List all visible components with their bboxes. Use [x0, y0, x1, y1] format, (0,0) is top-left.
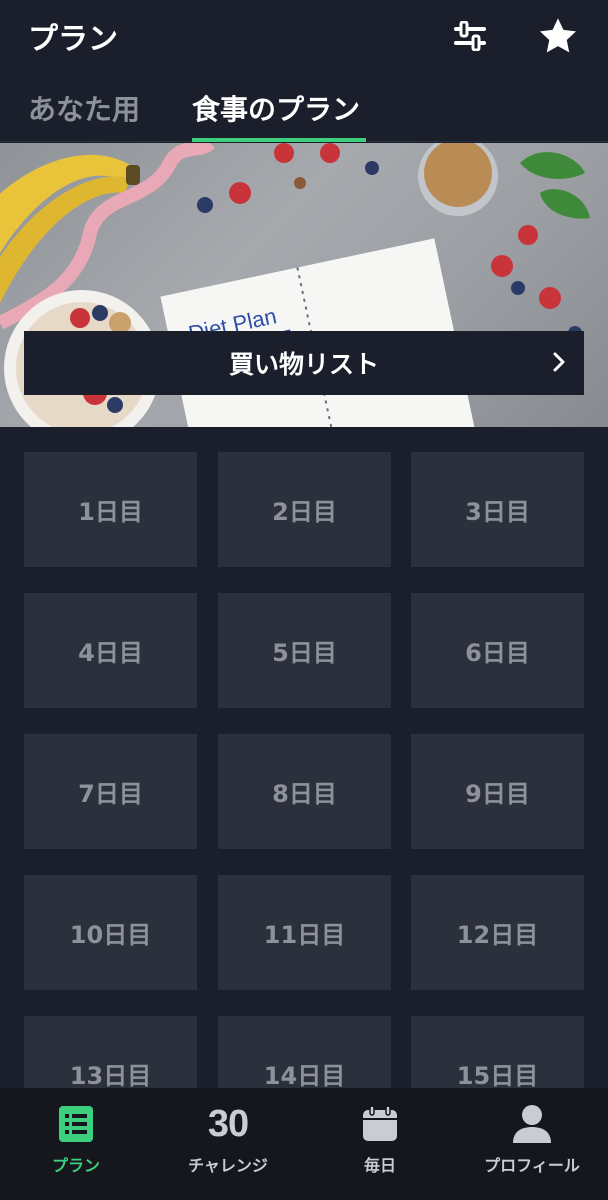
day-cell-3[interactable]: 3日目 [411, 452, 584, 567]
active-tab-indicator [192, 138, 366, 142]
day-cell-8[interactable]: 8日目 [218, 734, 391, 849]
day-label: 9日目 [465, 780, 530, 808]
page-title: プラン [28, 22, 118, 57]
day-label: 2日目 [272, 498, 337, 526]
chevron-right-icon [553, 352, 565, 372]
filter-button[interactable] [448, 14, 492, 58]
day-label: 10日目 [69, 921, 152, 949]
day-label: 5日目 [272, 639, 337, 667]
app-header: プラン [0, 0, 608, 72]
day-cell-9[interactable]: 9日目 [411, 734, 584, 849]
day-cell-4[interactable]: 4日目 [24, 593, 197, 708]
nav-challenge[interactable]: 30 チャレンジ [152, 1088, 304, 1200]
day-cell-10[interactable]: 10日目 [24, 875, 197, 990]
nav-daily[interactable]: 毎日 [304, 1088, 456, 1200]
day-cell-1[interactable]: 1日目 [24, 452, 197, 567]
tab-bar: あなた用 食事のプラン [0, 80, 608, 142]
day-cell-6[interactable]: 6日目 [411, 593, 584, 708]
day-label: 12日目 [456, 921, 539, 949]
star-icon [539, 18, 577, 53]
day-label: 1日目 [78, 498, 143, 526]
day-label: 3日目 [465, 498, 530, 526]
day-label: 14日目 [263, 1062, 346, 1090]
day-cell-11[interactable]: 11日目 [218, 875, 391, 990]
day-label: 8日目 [272, 780, 337, 808]
list-icon [59, 1106, 93, 1142]
day-cell-7[interactable]: 7日目 [24, 734, 197, 849]
day-cell-5[interactable]: 5日目 [218, 593, 391, 708]
shopping-list-button[interactable]: 買い物リスト [24, 331, 584, 395]
thirty-icon-text: 30 [207, 1103, 249, 1145]
thirty-icon: 30 [207, 1103, 249, 1145]
nav-plan-label: プラン [51, 1156, 100, 1175]
nav-profile-label: プロフィール [484, 1156, 580, 1175]
day-label: 6日目 [465, 639, 530, 667]
shopping-list-label: 買い物リスト [228, 350, 379, 379]
day-label: 11日目 [263, 921, 346, 949]
day-label: 13日目 [69, 1062, 152, 1090]
nav-challenge-label: チャレンジ [188, 1156, 268, 1175]
nav-plan[interactable]: プラン [0, 1088, 152, 1200]
tab-for-you[interactable]: あなた用 [28, 88, 140, 142]
nav-daily-label: 毎日 [363, 1156, 396, 1175]
day-label: 4日目 [78, 639, 143, 667]
bottom-nav: プラン 30 チャレンジ 毎日 プロフィール [0, 1088, 608, 1200]
day-cell-12[interactable]: 12日目 [411, 875, 584, 990]
day-label: 15日目 [456, 1062, 539, 1090]
day-label: 7日目 [78, 780, 143, 808]
day-cell-2[interactable]: 2日目 [218, 452, 391, 567]
meal-plan-banner: Diet Plan 買い物リスト [0, 143, 608, 427]
tab-meal-plan[interactable]: 食事のプラン [192, 88, 360, 142]
favorite-button[interactable] [536, 14, 580, 58]
nav-profile[interactable]: プロフィール [456, 1088, 608, 1200]
person-icon [513, 1105, 551, 1143]
calendar-icon [363, 1105, 397, 1141]
sliders-icon [454, 21, 486, 51]
